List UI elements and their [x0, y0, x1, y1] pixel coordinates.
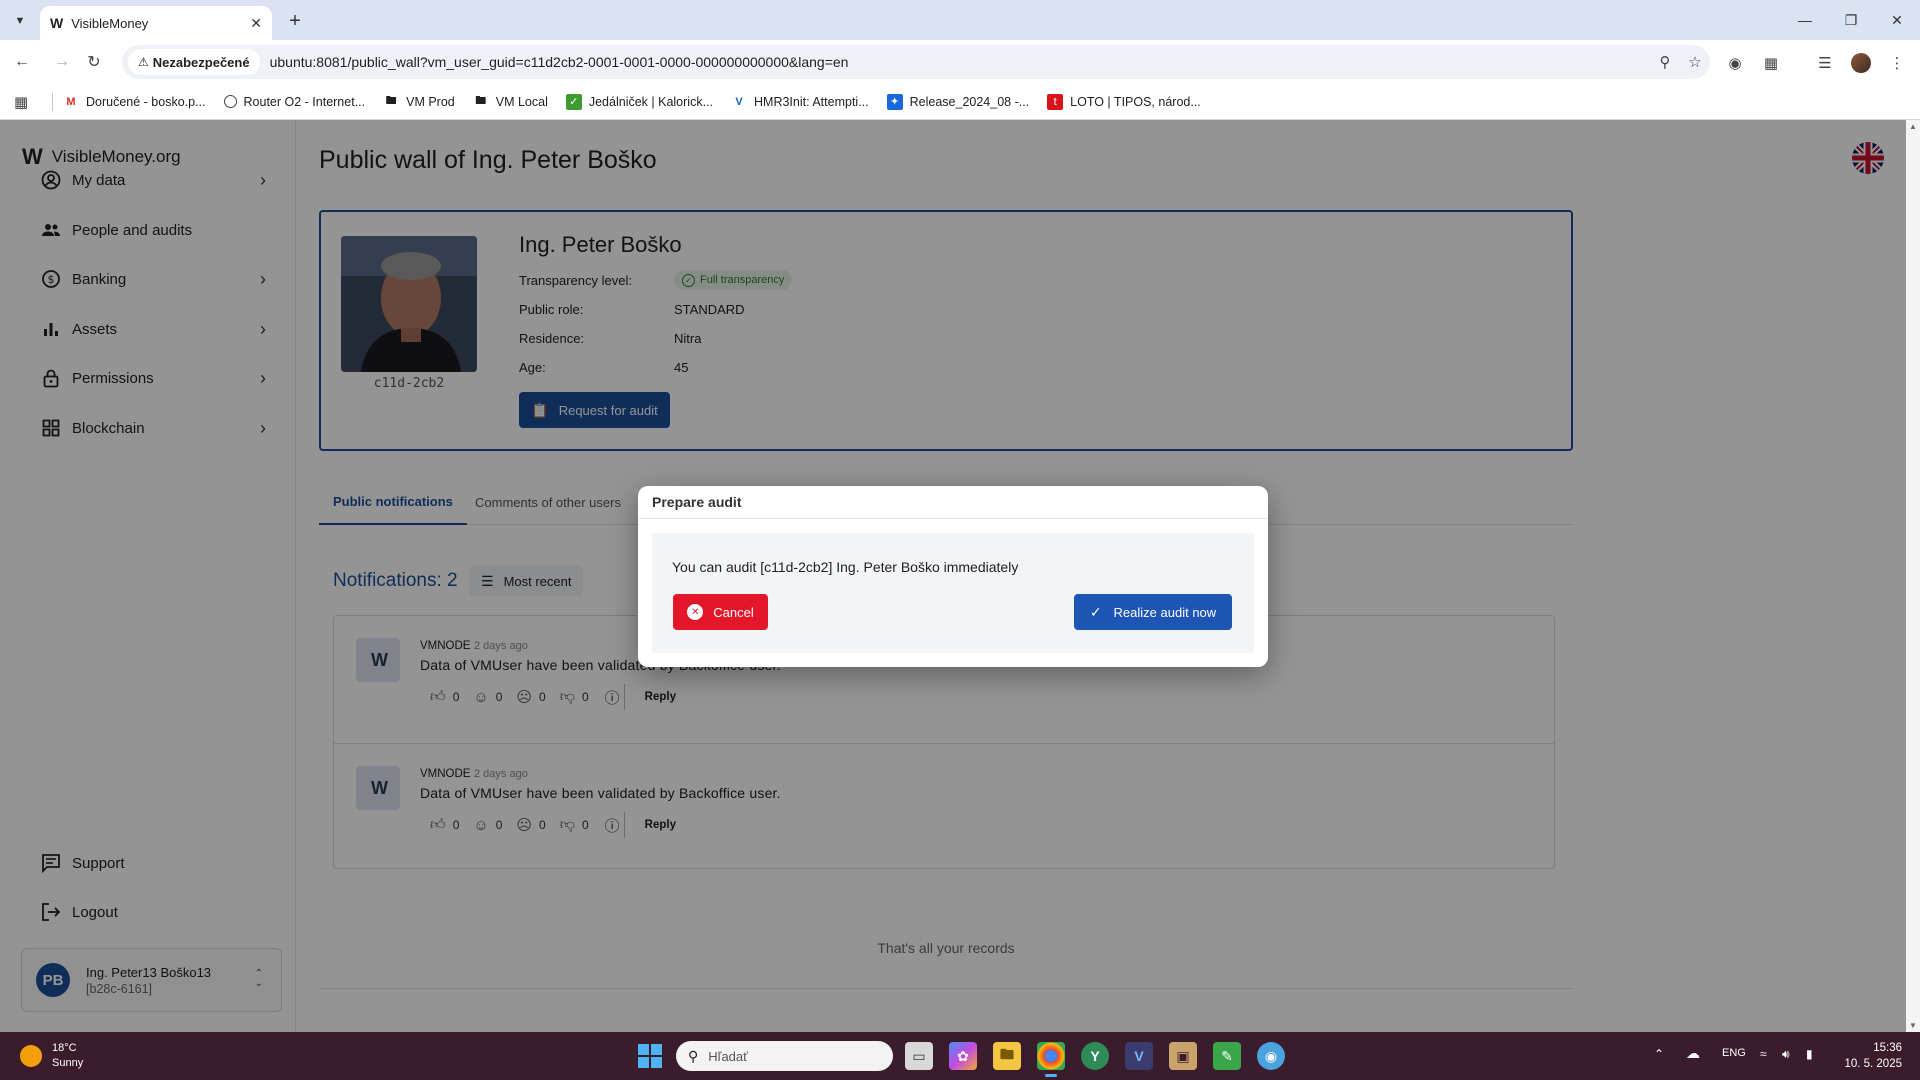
- extensions-puzzle-icon[interactable]: ▦: [1758, 50, 1784, 76]
- address-bar[interactable]: ⚠ Nezabezpečené ubuntu:8081/public_wall?…: [122, 45, 1710, 79]
- restore-window-icon[interactable]: ❐: [1828, 0, 1874, 40]
- input-language[interactable]: ENG: [1722, 1047, 1746, 1059]
- chrome-icon[interactable]: [1037, 1042, 1065, 1077]
- kaloricke-icon: ✓: [565, 93, 582, 110]
- network-globe-icon[interactable]: ◉: [1257, 1042, 1285, 1070]
- bookmark-item[interactable]: 🖿 VM Prod: [383, 94, 455, 110]
- tray-overflow-chevron-icon[interactable]: ⌃: [1654, 1047, 1664, 1061]
- jira-icon: ✦: [886, 93, 903, 110]
- browser-tab-active[interactable]: W VisibleMoney ✕: [40, 6, 272, 40]
- profile-avatar-icon[interactable]: [1848, 50, 1874, 76]
- onedrive-cloud-icon[interactable]: ☁: [1686, 1045, 1700, 1062]
- close-tab-icon[interactable]: ✕: [250, 15, 262, 32]
- bookmarks-bar: ▦ M Doručené - bosko.p... Router O2 - Int…: [0, 84, 1920, 120]
- bookmark-item[interactable]: V HMR3Init: Attempti...: [731, 94, 868, 110]
- search-icon: ⚲: [688, 1047, 699, 1064]
- close-circle-icon: ✕: [687, 604, 704, 620]
- prepare-audit-dialog: Prepare audit You can audit [c11d-2cb2] …: [638, 486, 1268, 667]
- apps-grid-icon[interactable]: ▦: [14, 93, 38, 111]
- dialog-body: You can audit [c11d-2cb2] Ing. Peter Boš…: [652, 533, 1254, 653]
- media-queue-icon[interactable]: ☰: [1812, 50, 1838, 76]
- menu-kebab-icon[interactable]: ⋮: [1884, 50, 1910, 76]
- clock-date: 10. 5. 2025: [1844, 1058, 1902, 1070]
- bookmark-item[interactable]: t LOTO | TIPOS, národ...: [1047, 93, 1201, 110]
- extension-shield-icon[interactable]: ◉: [1722, 50, 1748, 76]
- folder-icon: 🖿: [475, 95, 487, 107]
- check-icon: ✓: [1089, 603, 1102, 620]
- file-explorer-icon[interactable]: 🖿: [993, 1042, 1021, 1070]
- gmail-icon: M: [66, 95, 76, 108]
- battery-icon[interactable]: ▮: [1806, 1047, 1813, 1061]
- tipos-icon: t: [1047, 93, 1064, 110]
- system-clock[interactable]: 15:36 10. 5. 2025: [1838, 1040, 1902, 1072]
- security-chip[interactable]: ⚠ Nezabezpečené: [128, 49, 260, 75]
- url-text[interactable]: ubuntu:8081/public_wall?vm_user_guid=c11…: [270, 54, 1650, 70]
- weather-widget[interactable]: 18°C Sunny: [20, 1041, 83, 1071]
- dialog-title: Prepare audit: [652, 494, 742, 510]
- new-tab-plus-icon[interactable]: +: [282, 8, 308, 34]
- virtualbox-icon: V: [735, 95, 743, 108]
- forward-arrow-icon[interactable]: →: [50, 50, 74, 74]
- cancel-button[interactable]: ✕ Cancel: [673, 594, 768, 630]
- globe-icon: [223, 95, 237, 108]
- wifi-icon[interactable]: ≈: [1760, 1047, 1767, 1061]
- zoom-magnifier-icon[interactable]: ⚲: [1650, 53, 1680, 71]
- visual-studio-icon[interactable]: V: [1125, 1042, 1153, 1070]
- volume-icon[interactable]: 🔊︎: [1782, 1047, 1790, 1062]
- scroll-up-arrow-icon[interactable]: ▲: [1909, 122, 1917, 131]
- taskbar-search-input[interactable]: ⚲ Hľadať: [676, 1041, 893, 1071]
- page-scrollbar[interactable]: ▲ ▼: [1906, 120, 1920, 1032]
- bookmark-item[interactable]: M Doručené - bosko.p...: [63, 94, 205, 110]
- weather-temp: 18°C: [52, 1042, 77, 1054]
- weather-condition: Sunny: [52, 1057, 84, 1069]
- browser-toolbar: ← → ↻ ⚠ Nezabezpečené ubuntu:8081/public…: [0, 40, 1920, 84]
- clock-time: 15:36: [1873, 1042, 1902, 1054]
- folder-icon: 🖿: [385, 95, 397, 107]
- scroll-down-arrow-icon[interactable]: ▼: [1909, 1021, 1917, 1030]
- tab-title: VisibleMoney: [71, 15, 149, 31]
- windows-start-icon[interactable]: [638, 1044, 662, 1068]
- bookmark-item[interactable]: Router O2 - Internet...: [223, 95, 365, 109]
- task-view-icon[interactable]: ▭: [905, 1042, 933, 1070]
- copilot-icon[interactable]: ✿: [949, 1042, 977, 1070]
- visiblemoney-favicon-icon: W: [50, 15, 63, 31]
- bookmark-item[interactable]: ✓ Jedálniček | Kalorick...: [565, 93, 713, 110]
- y-app-icon[interactable]: Y: [1081, 1042, 1109, 1070]
- back-arrow-icon[interactable]: ←: [10, 50, 34, 74]
- sun-icon: [20, 1045, 42, 1067]
- bookmark-item[interactable]: 🖿 VM Local: [473, 94, 548, 110]
- bookmark-item[interactable]: ✦ Release_2024_08 -...: [886, 93, 1029, 110]
- bookmark-star-icon[interactable]: ☆: [1680, 53, 1710, 71]
- browser-tabstrip: ▼ W VisibleMoney ✕ + — ❐ ✕: [0, 0, 1920, 40]
- close-window-icon[interactable]: ✕: [1874, 0, 1920, 40]
- minimize-window-icon[interactable]: —: [1782, 0, 1828, 40]
- reload-icon[interactable]: ↻: [82, 50, 106, 74]
- windows-taskbar: 18°C Sunny ⚲ Hľadať ▭ ✿ 🖿 Y V ▣ ✎ ◉ ⌃ ☁ …: [0, 1032, 1920, 1080]
- security-label: Nezabezpečené: [152, 54, 250, 70]
- archive-app-icon[interactable]: ▣: [1169, 1042, 1197, 1070]
- tab-search-chevron-icon[interactable]: ▼: [8, 9, 32, 33]
- warning-triangle-icon: ⚠: [138, 55, 149, 69]
- dialog-message: You can audit [c11d-2cb2] Ing. Peter Boš…: [672, 559, 1019, 575]
- realize-audit-button[interactable]: ✓ Realize audit now: [1074, 594, 1232, 630]
- notepad-plus-icon[interactable]: ✎: [1213, 1042, 1241, 1070]
